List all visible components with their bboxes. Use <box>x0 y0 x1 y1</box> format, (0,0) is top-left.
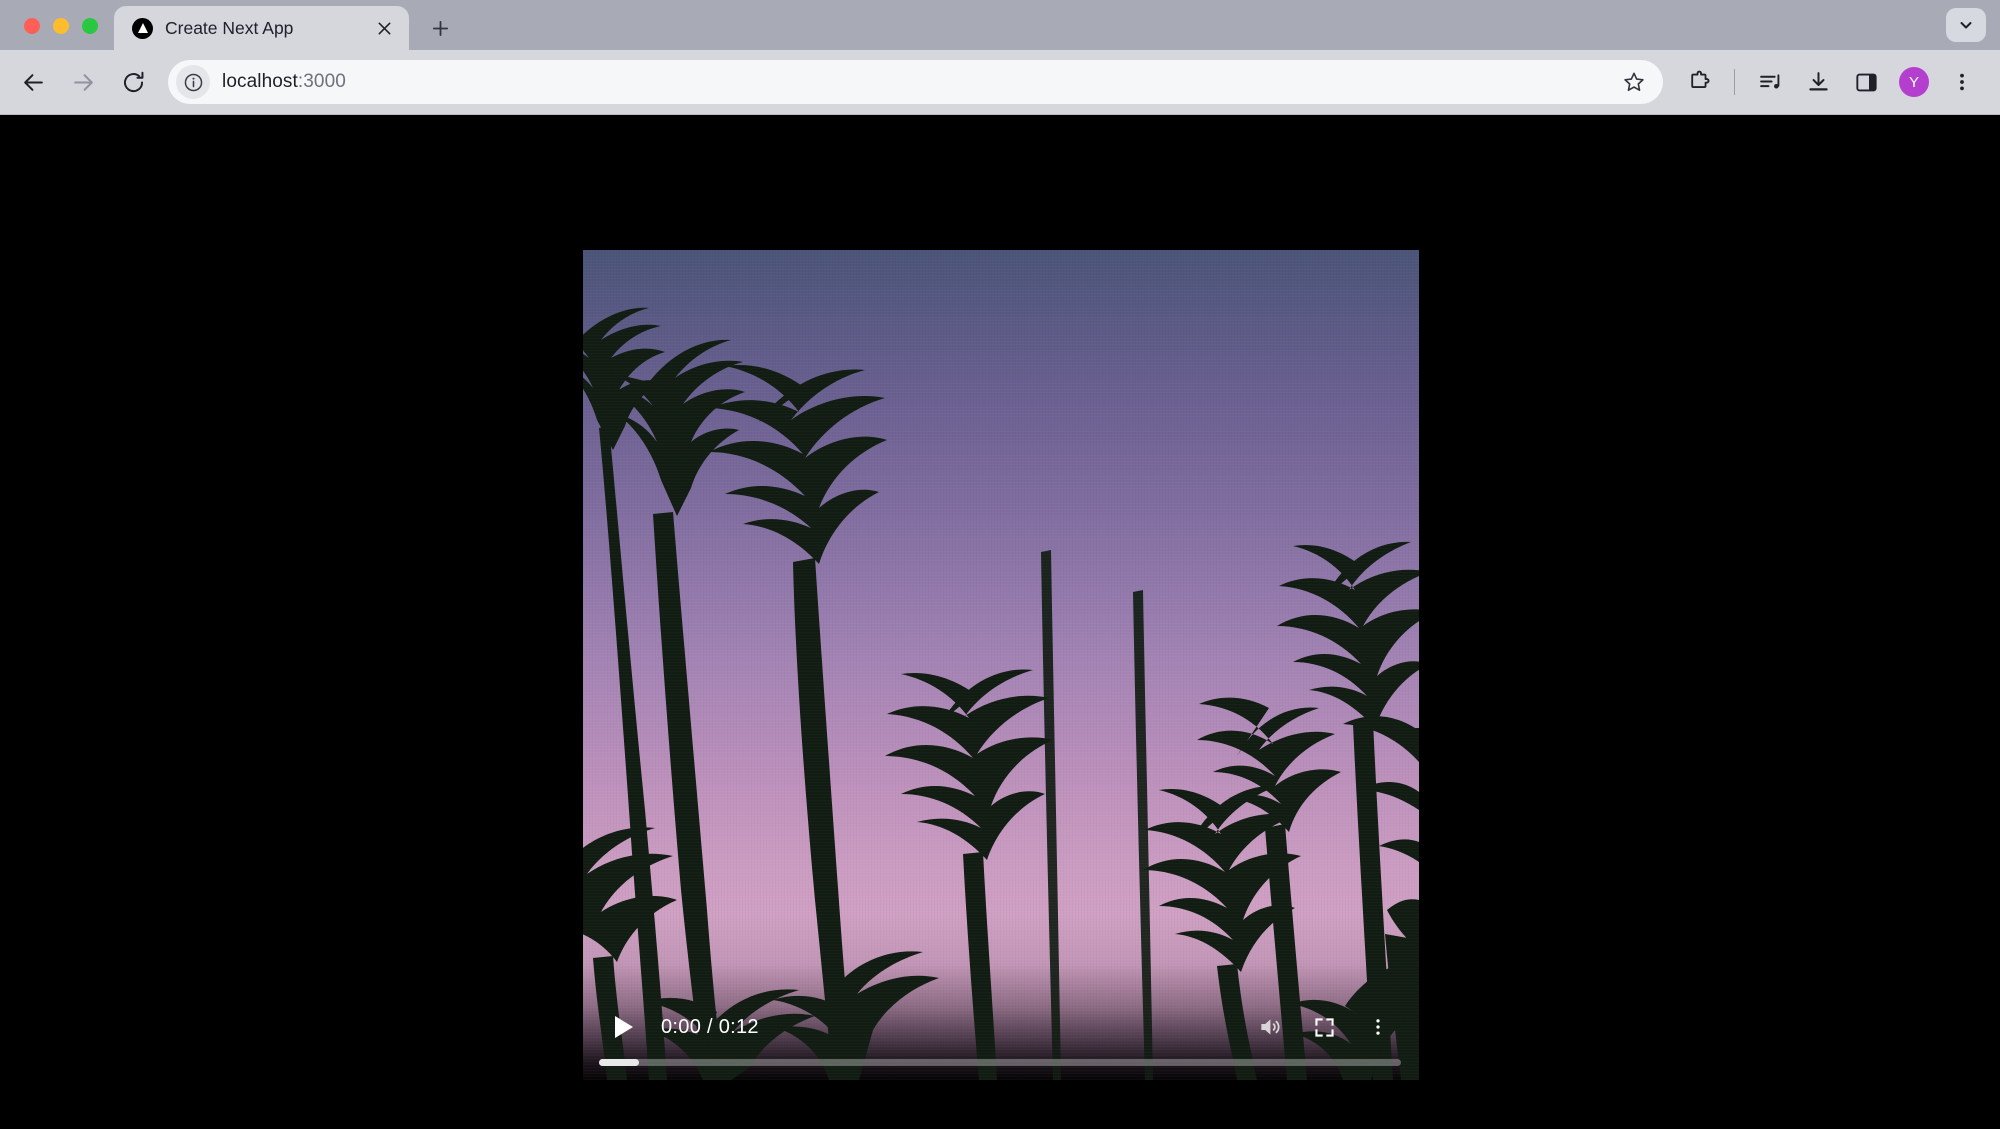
downloads-icon[interactable] <box>1796 60 1840 104</box>
tab-search-button[interactable] <box>1946 8 1986 42</box>
three-dots-vertical-icon[interactable] <box>1940 60 1984 104</box>
video-overflow-menu-button[interactable] <box>1359 1008 1397 1046</box>
fullscreen-button[interactable] <box>1305 1008 1343 1046</box>
video-controls: 0:00 / 0:12 <box>583 970 1419 1080</box>
forward-button[interactable] <box>60 59 106 105</box>
new-tab-button[interactable] <box>423 11 457 45</box>
video-buffered-range <box>599 1059 640 1066</box>
window-controls <box>8 18 114 50</box>
star-icon[interactable] <box>1615 63 1653 101</box>
fullscreen-icon <box>1314 1017 1334 1037</box>
browser-toolbar: localhost:3000 Y <box>0 50 2000 115</box>
video-time-display: 0:00 / 0:12 <box>661 1015 759 1038</box>
toolbar-separator <box>1734 69 1735 95</box>
arrow-left-icon <box>23 73 43 91</box>
video-progress-bar[interactable] <box>599 1059 1401 1066</box>
page-content: 0:00 / 0:12 <box>0 115 2000 1129</box>
reload-button[interactable] <box>110 59 156 105</box>
nextjs-triangle-icon <box>132 17 153 39</box>
plus-icon <box>432 20 448 36</box>
side-panel-icon[interactable] <box>1844 60 1888 104</box>
play-button[interactable] <box>603 1008 641 1046</box>
arrow-right-icon <box>73 73 93 91</box>
video-player[interactable]: 0:00 / 0:12 <box>583 250 1419 1080</box>
browser-window: Create Next App localhost:3000 Y 0:00 / … <box>0 0 2000 1129</box>
volume-button[interactable] <box>1251 1008 1289 1046</box>
video-poster-palm-trees <box>583 250 1419 1080</box>
chevron-down-icon <box>1960 22 1972 29</box>
extensions-icon[interactable] <box>1677 60 1721 104</box>
close-window-button[interactable] <box>24 18 40 34</box>
minimize-window-button[interactable] <box>53 18 69 34</box>
maximize-window-button[interactable] <box>82 18 98 34</box>
avatar[interactable]: Y <box>1899 67 1929 97</box>
close-icon[interactable] <box>371 15 397 41</box>
info-circle-icon[interactable] <box>176 65 210 99</box>
url-host: localhost <box>222 71 298 92</box>
reload-icon <box>123 71 143 92</box>
tab-strip: Create Next App <box>0 0 2000 50</box>
tab-create-next-app[interactable]: Create Next App <box>114 6 409 50</box>
volume-high-icon <box>1261 1019 1280 1035</box>
url-port: :3000 <box>297 71 346 92</box>
back-button[interactable] <box>10 59 56 105</box>
url-text: localhost:3000 <box>222 71 1615 93</box>
media-controls-icon[interactable] <box>1748 60 1792 104</box>
play-icon <box>614 1016 633 1038</box>
three-dots-vertical-icon <box>1376 1019 1380 1035</box>
address-bar[interactable]: localhost:3000 <box>168 60 1663 104</box>
tab-title: Create Next App <box>165 17 294 38</box>
